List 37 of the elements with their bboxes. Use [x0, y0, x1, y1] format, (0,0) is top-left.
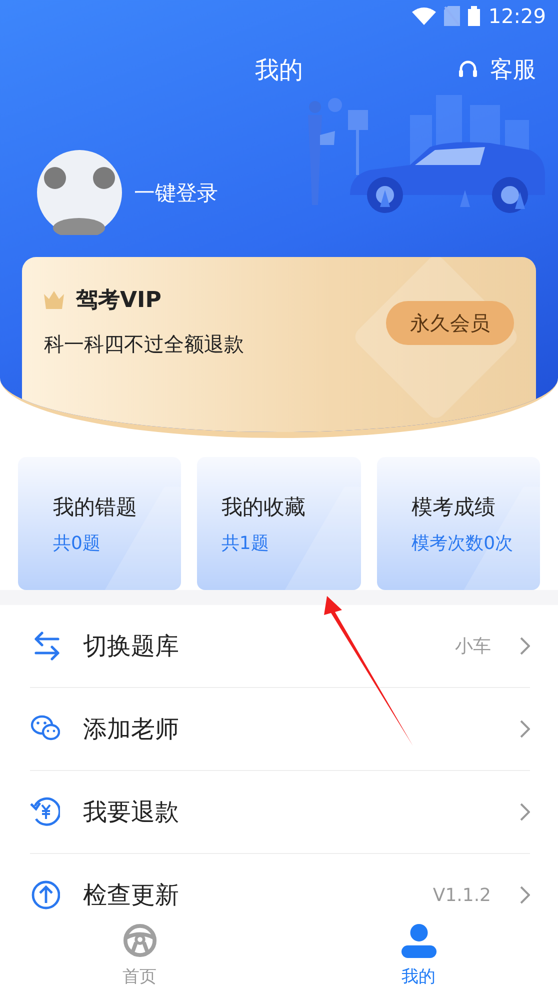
- chevron-right-icon: [520, 803, 530, 821]
- wifi-icon: [412, 7, 436, 25]
- person-icon: [400, 923, 436, 958]
- battery-icon: [468, 6, 480, 26]
- crown-icon: [44, 291, 64, 309]
- nav-tab[interactable]: 我的: [279, 922, 558, 990]
- stat-title: 我的收藏: [221, 494, 306, 521]
- one-tap-login-button[interactable]: 一键登录: [134, 178, 218, 206]
- customer-service-button[interactable]: 客服: [458, 54, 536, 85]
- menu-item[interactable]: 我要退款: [30, 771, 530, 854]
- no-sim-icon: [444, 6, 460, 26]
- menu-label: 检查更新: [83, 880, 180, 911]
- avatar[interactable]: [37, 150, 122, 235]
- menu-label: 添加老师: [83, 714, 180, 745]
- stat-value: 模考次数0次: [412, 532, 514, 555]
- menu-label: 切换题库: [83, 631, 180, 662]
- vip-card[interactable]: 驾考VIP 科一科四不过全额退款 永久会员: [22, 257, 536, 432]
- steering-wheel-icon: [122, 923, 158, 958]
- vip-title: 驾考VIP: [76, 287, 162, 315]
- chevron-right-icon: [520, 886, 530, 904]
- chevron-right-icon: [520, 637, 530, 655]
- stat-value: 共1题: [221, 532, 270, 555]
- menu-label: 我要退款: [83, 797, 180, 828]
- menu-item[interactable]: 添加老师: [30, 688, 530, 771]
- vip-subtitle: 科一科四不过全额退款: [44, 331, 244, 358]
- menu-value: V1.1.2: [432, 884, 491, 906]
- stat-title: 模考成绩: [412, 494, 497, 521]
- menu-value: 小车: [455, 635, 491, 658]
- upload-arrow-icon: [30, 879, 60, 911]
- chevron-right-icon: [520, 720, 530, 738]
- page-title: 我的: [255, 55, 303, 86]
- stat-value: 共0题: [53, 532, 102, 555]
- stat-title: 我的错题: [53, 494, 138, 521]
- status-time: 12:29: [488, 4, 546, 28]
- lifetime-member-button[interactable]: 永久会员: [386, 301, 514, 345]
- refund-icon: [30, 796, 60, 828]
- headset-icon: [458, 60, 478, 80]
